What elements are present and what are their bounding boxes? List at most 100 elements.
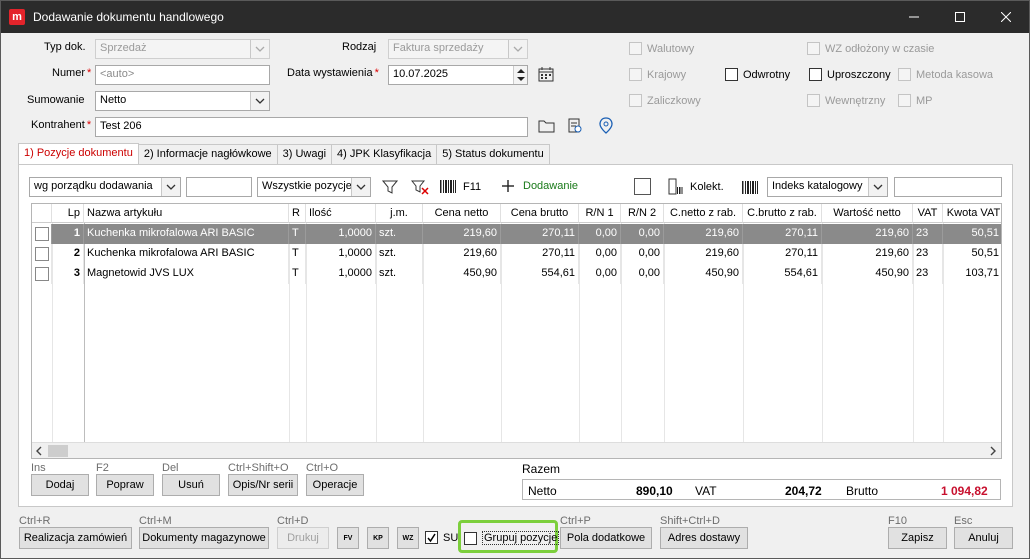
- pola-shortcut: Ctrl+P: [560, 515, 591, 527]
- chevron-down-icon: [868, 178, 887, 196]
- adres-dostawy-button[interactable]: Adres dostawy: [660, 527, 748, 549]
- index-search-input[interactable]: [894, 177, 1002, 197]
- date-spinner[interactable]: [513, 66, 527, 84]
- sumowanie-select[interactable]: Netto: [95, 91, 270, 111]
- rodzaj-select[interactable]: Faktura sprzedaży: [388, 39, 528, 59]
- table-row[interactable]: 3 Magnetowid JVS LUX T 1,0000 szt. 450,9…: [32, 264, 1001, 284]
- position-filter-select[interactable]: Wszystkie pozycje: [257, 177, 371, 197]
- row-checkbox[interactable]: [35, 227, 49, 241]
- column-header-jm[interactable]: j.m.: [376, 204, 423, 223]
- tab-informacje-naglowkowe[interactable]: 2) Informacje nagłówkowe: [137, 144, 278, 164]
- row-checkbox[interactable]: [35, 267, 49, 281]
- column-header-select: [32, 204, 52, 223]
- drukuj-button[interactable]: Drukuj: [277, 527, 329, 549]
- column-header-cbrutto-rab[interactable]: C.brutto z rab.: [743, 204, 822, 223]
- column-header-rn2[interactable]: R/N 2: [621, 204, 664, 223]
- usun-button[interactable]: Usuń: [162, 474, 220, 496]
- clear-filter-icon[interactable]: [410, 179, 429, 198]
- add-position-button[interactable]: Dodawanie: [501, 179, 578, 193]
- scrollbar-thumb[interactable]: [48, 445, 68, 457]
- opis-shortcut: Ctrl+Shift+O: [228, 462, 289, 474]
- column-header-nazwa[interactable]: Nazwa artykułu: [84, 204, 289, 223]
- print-kp-icon[interactable]: KP: [367, 527, 389, 549]
- realizacja-zamowien-button[interactable]: Realizacja zamówień: [19, 527, 132, 549]
- column-header-cnetto-rab[interactable]: C.netto z rab.: [664, 204, 743, 223]
- row-checkbox[interactable]: [35, 247, 49, 261]
- opis-nr-serii-button[interactable]: Opis/Nr serii: [228, 474, 298, 496]
- numer-label: Numer *: [52, 67, 92, 79]
- quick-search-input[interactable]: [186, 177, 252, 197]
- summary-vat-value: 204,72: [785, 484, 822, 498]
- magazynowe-shortcut: Ctrl+M: [139, 515, 172, 527]
- column-header-lp[interactable]: Lp: [52, 204, 84, 223]
- column-header-r[interactable]: R: [289, 204, 306, 223]
- tab-uwagi[interactable]: 3) Uwagi: [276, 144, 333, 164]
- dodaj-shortcut: Ins: [31, 462, 46, 474]
- f11-label: F11: [463, 180, 482, 193]
- typ-dok-select[interactable]: Sprzedaż: [95, 39, 270, 59]
- column-header-vat[interactable]: VAT: [913, 204, 943, 223]
- column-header-rn1[interactable]: R/N 1: [579, 204, 621, 223]
- wewnetrzny-checkbox[interactable]: Wewnętrzny: [807, 94, 885, 107]
- numer-input[interactable]: <auto>: [95, 65, 270, 85]
- tab-jpk-klasyfikacja[interactable]: 4) JPK Klasyfikacja: [331, 144, 438, 164]
- print-fv-icon[interactable]: FV: [337, 527, 359, 549]
- app-logo-icon: m: [9, 9, 25, 25]
- su-checkbox[interactable]: SU: [425, 531, 458, 544]
- column-header-ilosc[interactable]: Ilość: [306, 204, 376, 223]
- popraw-button[interactable]: Popraw: [96, 474, 154, 496]
- close-icon[interactable]: [983, 1, 1029, 33]
- metoda-kasowa-checkbox[interactable]: Metoda kasowa: [898, 68, 993, 81]
- pola-dodatkowe-button[interactable]: Pola dodatkowe: [560, 527, 652, 549]
- dokumenty-magazynowe-button[interactable]: Dokumenty magazynowe: [139, 527, 269, 549]
- anuluj-button[interactable]: Anuluj: [954, 527, 1013, 549]
- minimize-icon[interactable]: [891, 1, 937, 33]
- folder-icon[interactable]: [538, 119, 555, 136]
- index-select[interactable]: Indeks katalogowy: [767, 177, 888, 197]
- data-wystawienia-input[interactable]: 10.07.2025: [388, 65, 528, 85]
- column-header-kwota-vat[interactable]: Kwota VAT: [943, 204, 1001, 223]
- kontrahent-input[interactable]: Test 206: [95, 117, 528, 137]
- barcode-icon[interactable]: [742, 181, 758, 197]
- calendar-icon[interactable]: [538, 66, 554, 85]
- krajowy-checkbox[interactable]: Krajowy: [629, 68, 686, 81]
- horizontal-scrollbar[interactable]: [32, 442, 1001, 458]
- scroll-left-icon[interactable]: [35, 446, 43, 458]
- map-pin-icon[interactable]: [598, 117, 614, 138]
- positions-table: Lp Nazwa artykułu R Ilość j.m. Cena nett…: [31, 203, 1002, 459]
- mp-checkbox[interactable]: MP: [898, 94, 933, 107]
- print-wz-icon[interactable]: WZ: [397, 527, 419, 549]
- column-header-wartosc-netto[interactable]: Wartość netto: [822, 204, 913, 223]
- zapisz-shortcut: F10: [888, 515, 907, 527]
- zapisz-button[interactable]: Zapisz: [888, 527, 947, 549]
- walutowy-checkbox[interactable]: Walutowy: [629, 42, 694, 55]
- grupuj-pozycje-checkbox[interactable]: Grupuj pozycje: [464, 531, 560, 545]
- contractor-card-icon[interactable]: [567, 118, 583, 137]
- title-bar: m Dodawanie dokumentu handlowego: [1, 1, 1029, 33]
- kolekt-button[interactable]: Kolekt.: [667, 178, 724, 196]
- order-select[interactable]: wg porządku dodawania: [29, 177, 181, 197]
- column-header-cena-brutto[interactable]: Cena brutto: [501, 204, 579, 223]
- maximize-icon[interactable]: [937, 1, 983, 33]
- filter-icon[interactable]: [381, 179, 399, 198]
- tab-status-dokumentu[interactable]: 5) Status dokumentu: [436, 144, 550, 164]
- wz-odlozony-checkbox[interactable]: WZ odłożony w czasie: [807, 42, 934, 55]
- table-row[interactable]: 2 Kuchenka mikrofalowa ARI BASIC T 1,000…: [32, 244, 1001, 264]
- barcode-f11-button[interactable]: F11: [440, 180, 481, 193]
- odwrotny-checkbox[interactable]: Odwrotny: [725, 68, 790, 81]
- typ-dok-label: Typ dok.: [44, 41, 86, 53]
- dodaj-button[interactable]: Dodaj: [31, 474, 89, 496]
- kontrahent-label: Kontrahent *: [31, 119, 92, 131]
- column-header-cena-netto[interactable]: Cena netto: [423, 204, 501, 223]
- scroll-right-icon[interactable]: [989, 446, 997, 458]
- data-wystawienia-value: 10.07.2025: [393, 68, 449, 80]
- summary-brutto-value: 1 094,82: [941, 484, 988, 498]
- collect-mode-checkbox[interactable]: [634, 178, 651, 195]
- window-title: Dodawanie dokumentu handlowego: [33, 10, 224, 24]
- table-row[interactable]: 1 Kuchenka mikrofalowa ARI BASIC T 1,000…: [32, 224, 1001, 244]
- dialog-window: m Dodawanie dokumentu handlowego Typ dok…: [0, 0, 1030, 559]
- zaliczkowy-checkbox[interactable]: Zaliczkowy: [629, 94, 701, 107]
- operacje-button[interactable]: Operacje: [306, 474, 364, 496]
- uproszczony-checkbox[interactable]: Uproszczony: [809, 68, 891, 81]
- tab-pozycje-dokumentu[interactable]: 1) Pozycje dokumentu: [18, 143, 139, 165]
